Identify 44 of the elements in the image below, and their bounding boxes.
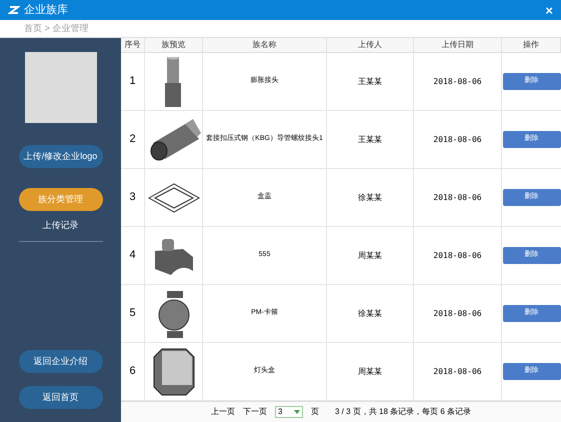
pagination-summary: 3 / 3 页，共 18 条记录，每页 6 条记录 [334, 406, 472, 418]
nav-button[interactable]: 返回首页 [18, 386, 102, 409]
table-cell: 2018-08-06 [433, 308, 482, 320]
app-logo-icon [8, 4, 20, 16]
column-header: 上传人 [358, 39, 382, 51]
table-cell: 王某某 [358, 134, 382, 146]
table-cell: 2018-08-06 [433, 192, 482, 204]
table-cell: 王某某 [358, 76, 382, 88]
row-number: 6 [129, 364, 136, 380]
logo-placeholder [24, 52, 96, 123]
table-cell: 徐某某 [358, 192, 382, 204]
window-title: 企业族库 [24, 2, 69, 18]
column-header: 族名称 [252, 39, 276, 51]
part-drawing [156, 288, 190, 338]
row-number: 1 [129, 74, 136, 90]
column-header: 族预览 [162, 39, 186, 51]
page-unit: 页 [310, 406, 319, 418]
table-cell: 徐某某 [358, 308, 382, 320]
next-page-link[interactable]: 下一页 [242, 406, 267, 418]
table-cell: 2018-08-06 [433, 366, 482, 378]
close-button[interactable]: × [545, 4, 553, 16]
nav-button[interactable]: 返回企业介绍 [18, 350, 102, 373]
dropdown-caret-icon [294, 410, 300, 414]
table-cell: 周某某 [358, 366, 382, 378]
column-header: 序号 [124, 39, 140, 51]
prev-page-link[interactable]: 上一页 [210, 406, 235, 418]
table-cell: 周某某 [358, 250, 382, 262]
table-cell: 2018-08-06 [433, 134, 482, 146]
row-number: 5 [129, 306, 136, 322]
part-drawing [146, 182, 200, 212]
sidebar-button[interactable]: 上传/修改企业logo [18, 145, 102, 168]
table-cell: 2018-08-06 [433, 76, 482, 88]
table-cell: 2018-08-06 [433, 250, 482, 262]
row-number: 3 [129, 190, 136, 206]
section-label: 上传记录 [42, 219, 78, 232]
column-header: 上传日期 [442, 39, 474, 51]
part-drawing [164, 56, 184, 106]
row-number: 2 [129, 132, 136, 148]
row-number: 4 [129, 248, 136, 264]
part-drawing [152, 346, 196, 396]
column-header: 操作 [523, 39, 539, 51]
breadcrumb: 首页 > 企业管理 [24, 22, 88, 35]
sidebar-button[interactable]: 族分类管理 [18, 188, 102, 211]
page-select[interactable]: 3 [274, 406, 303, 418]
